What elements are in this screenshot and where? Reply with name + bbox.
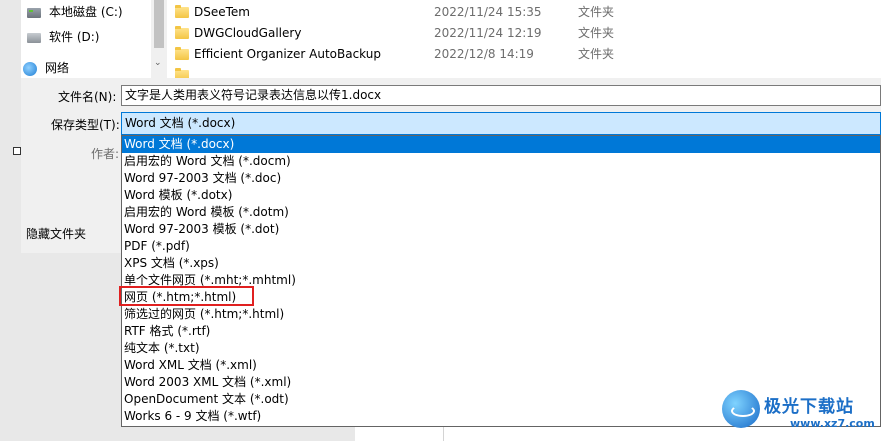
- nav-item-label: 网络: [45, 61, 70, 75]
- file-row[interactable]: Efficient Organizer AutoBackup 2022/12/8…: [167, 44, 881, 65]
- watermark: 极光下载站 www.xz7.com: [722, 386, 881, 441]
- network-icon: [23, 61, 37, 76]
- nav-item-d-drive[interactable]: 软件 (D:): [27, 27, 99, 47]
- filetype-option[interactable]: Word 97-2003 文档 (*.doc): [122, 170, 880, 187]
- filetype-option[interactable]: 启用宏的 Word 文档 (*.docm): [122, 153, 880, 170]
- file-row[interactable]: DSeeTem 2022/11/24 15:35 文件夹: [167, 2, 881, 23]
- nav-item-label: 本地磁盘 (C:): [49, 5, 123, 19]
- file-name: DWGCloudGallery: [194, 26, 302, 40]
- file-type: 文件夹: [578, 5, 615, 19]
- watermark-logo-icon: [722, 390, 760, 428]
- watermark-title: 极光下载站: [764, 397, 854, 417]
- filetype-option[interactable]: XPS 文档 (*.xps): [122, 255, 880, 272]
- filetype-option[interactable]: 启用宏的 Word 模板 (*.dotm): [122, 204, 880, 221]
- chevron-down-icon[interactable]: ⌄: [154, 58, 162, 68]
- file-row-partial[interactable]: [167, 65, 881, 78]
- file-name: DSeeTem: [194, 5, 250, 19]
- filetype-select[interactable]: Word 文档 (*.docx): [121, 112, 881, 135]
- file-name: Efficient Organizer AutoBackup: [194, 47, 381, 61]
- filetype-option[interactable]: 纯文本 (*.txt): [122, 340, 880, 357]
- scroll-thumb[interactable]: [154, 0, 164, 48]
- filetype-label: 保存类型(T):: [51, 118, 120, 132]
- nav-item-network[interactable]: 网络: [23, 58, 69, 78]
- annotation-highlight-box: [119, 286, 254, 306]
- file-date: 2022/12/8 14:19: [434, 47, 534, 61]
- hide-folders-toggle[interactable]: 隐藏文件夹: [26, 225, 86, 242]
- filetype-option[interactable]: PDF (*.pdf): [122, 238, 880, 255]
- filetype-option[interactable]: Word 文档 (*.docx): [122, 136, 880, 153]
- file-date: 2022/11/24 15:35: [434, 5, 542, 19]
- file-row[interactable]: DWGCloudGallery 2022/11/24 12:19 文件夹: [167, 23, 881, 44]
- filetype-option[interactable]: Word 97-2003 模板 (*.dot): [122, 221, 880, 238]
- filename-label: 文件名(N):: [58, 90, 117, 104]
- filename-input[interactable]: 文字是人类用表义符号记录表达信息以传1.docx: [121, 85, 881, 106]
- drive-icon: [27, 32, 41, 43]
- file-type: 文件夹: [578, 26, 615, 40]
- file-list: DSeeTem 2022/11/24 15:35 文件夹 DWGCloudGal…: [167, 0, 881, 78]
- filetype-option[interactable]: 筛选过的网页 (*.htm;*.html): [122, 306, 880, 323]
- author-label: 作者:: [91, 147, 120, 161]
- file-type: 文件夹: [578, 47, 615, 61]
- nav-item-label: 软件 (D:): [49, 30, 100, 44]
- filetype-option[interactable]: Word XML 文档 (*.xml): [122, 357, 880, 374]
- folder-icon: [175, 5, 189, 18]
- filetype-dropdown-list: Word 文档 (*.docx) 启用宏的 Word 文档 (*.docm) Wor…: [121, 135, 881, 427]
- folder-icon: [175, 26, 189, 39]
- file-date: 2022/11/24 12:19: [434, 26, 542, 40]
- filetype-option[interactable]: RTF 格式 (*.rtf): [122, 323, 880, 340]
- drive-icon: [27, 7, 41, 18]
- folder-icon: [175, 47, 189, 60]
- resize-handle[interactable]: [13, 147, 21, 155]
- watermark-url: www.xz7.com: [790, 417, 875, 430]
- navigation-pane: 本地磁盘 (C:) 软件 (D:) 网络: [21, 0, 151, 78]
- filetype-option[interactable]: Word 模板 (*.dotx): [122, 187, 880, 204]
- nav-scrollbar[interactable]: ⌄: [151, 0, 167, 78]
- folder-icon: [175, 68, 189, 78]
- nav-item-c-drive[interactable]: 本地磁盘 (C:): [27, 2, 123, 22]
